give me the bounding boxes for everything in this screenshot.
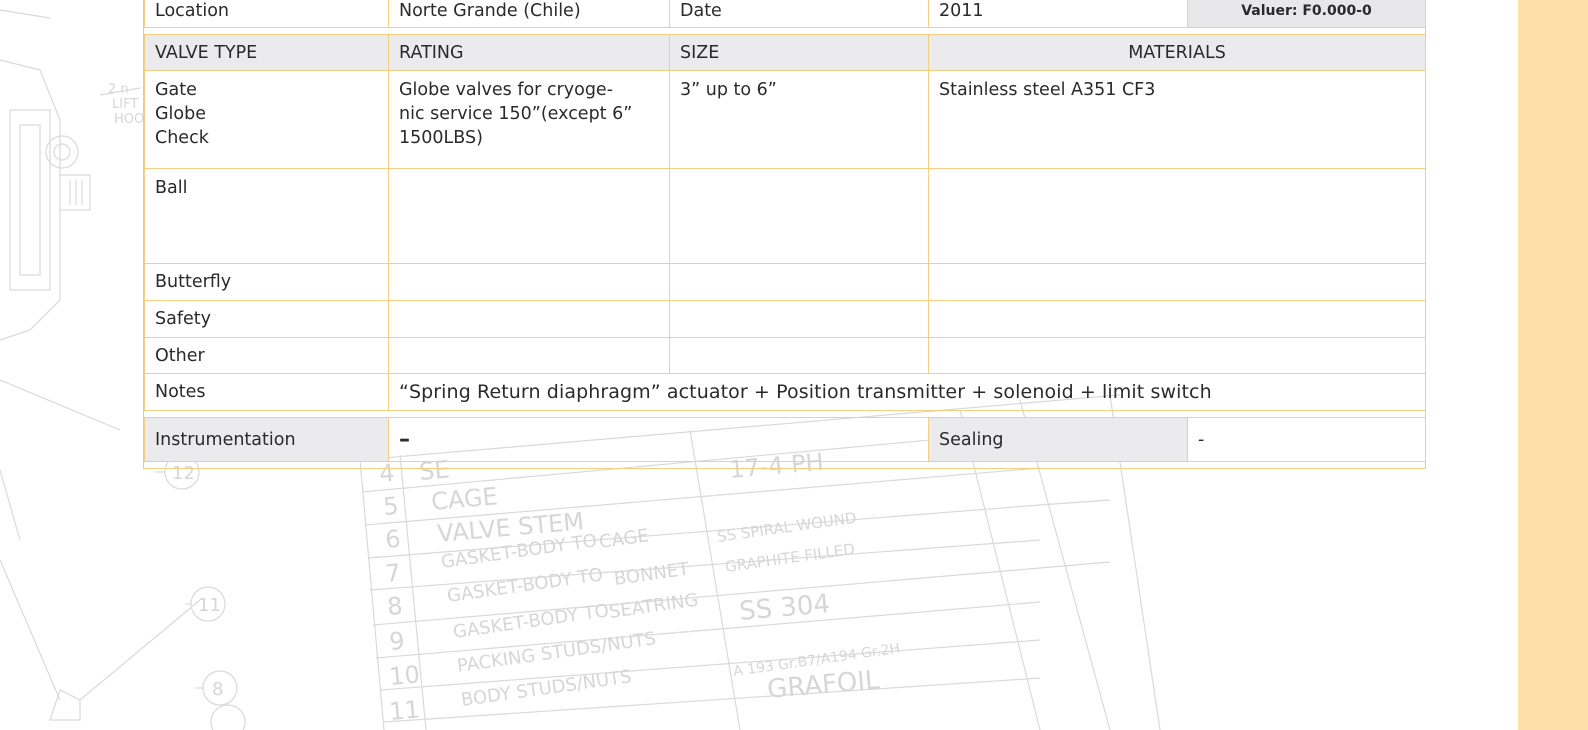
svg-text:11: 11	[388, 695, 421, 726]
rating-line: 1500LBS)	[399, 128, 483, 148]
date-label: Date	[669, 0, 929, 28]
valve-type-gate: Gate	[155, 80, 197, 100]
valve-spec-sheet: Location Norte Grande (Chile) Date 2011 …	[143, 0, 1426, 469]
rating-cell: Globe valves for cryoge- nic service 150…	[388, 70, 670, 169]
svg-text:10: 10	[388, 660, 421, 691]
sealing-value: -	[1187, 417, 1426, 462]
svg-text:LIFT: LIFT	[112, 97, 138, 112]
instrumentation-value: –	[388, 417, 929, 462]
valve-type-butterfly: Butterfly	[144, 263, 389, 301]
valve-spec-table: Location Norte Grande (Chile) Date 2011 …	[144, 0, 1426, 462]
svg-text:2 n: 2 n	[108, 82, 129, 97]
instrumentation-row: Instrumentation – Sealing -	[144, 417, 1426, 462]
svg-text:7: 7	[384, 559, 402, 588]
location-row: Location Norte Grande (Chile) Date 2011 …	[144, 0, 1426, 28]
cut-off-cell: Valuer: F0.000-0	[1187, 0, 1426, 28]
table-row: Ball	[144, 168, 1426, 264]
svg-text:SEATRING: SEATRING	[608, 590, 700, 623]
table-row: Safety	[144, 300, 1426, 338]
table-row: Butterfly	[144, 263, 1426, 301]
accent-side-band	[1518, 0, 1588, 730]
svg-text:CAGE: CAGE	[598, 525, 650, 553]
table-row: Gate Globe Check Globe valves for cryoge…	[144, 70, 1426, 169]
notes-value: “Spring Return diaphragm” actuator + Pos…	[388, 373, 1426, 411]
materials-cell: Stainless steel A351 CF3	[928, 70, 1426, 169]
header-valve-type: VALVE TYPE	[144, 34, 389, 71]
location-label: Location	[144, 0, 389, 28]
sealing-label: Sealing	[928, 417, 1188, 462]
table-row: Other	[144, 337, 1426, 374]
valve-type-check: Check	[155, 128, 209, 148]
header-materials: MATERIALS	[928, 34, 1426, 71]
svg-text:HOO: HOO	[114, 112, 144, 127]
valve-type-other: Other	[144, 337, 389, 374]
rating-line: Globe valves for cryoge-	[399, 80, 614, 100]
svg-text:8: 8	[386, 592, 404, 621]
svg-text:11: 11	[198, 595, 221, 616]
notes-row: Notes “Spring Return diaphragm” actuator…	[144, 373, 1426, 411]
svg-text:9: 9	[388, 627, 406, 656]
instrumentation-label: Instrumentation	[144, 417, 389, 462]
svg-text:GRAPHITE FILLED: GRAPHITE FILLED	[724, 540, 856, 576]
svg-text:GASKET-BODY TO: GASKET-BODY TO	[446, 564, 604, 607]
valve-type-safety: Safety	[144, 300, 389, 338]
table-bottom-rule	[144, 462, 1425, 469]
svg-text:6: 6	[384, 525, 402, 554]
svg-text:BONNET: BONNET	[613, 559, 692, 590]
column-header-row: VALVE TYPE RATING SIZE MATERIALS	[144, 34, 1426, 71]
svg-text:GASKET-BODY TO: GASKET-BODY TO	[452, 600, 610, 643]
rating-line: nic service 150”(except 6”	[399, 104, 633, 124]
svg-text:SS SPIRAL WOUND: SS SPIRAL WOUND	[716, 509, 858, 546]
date-value: 2011	[928, 0, 1188, 28]
svg-text:CAGE: CAGE	[430, 482, 499, 516]
valve-type-cell: Gate Globe Check	[144, 70, 389, 169]
size-cell: 3” up to 6”	[669, 70, 929, 169]
svg-text:8: 8	[212, 679, 223, 700]
svg-text:5: 5	[382, 492, 400, 521]
location-value: Norte Grande (Chile)	[388, 0, 670, 28]
notes-label: Notes	[144, 373, 389, 411]
valve-type-ball: Ball	[144, 168, 389, 264]
header-size: SIZE	[669, 34, 929, 71]
header-rating: RATING	[388, 34, 670, 71]
valve-type-globe: Globe	[155, 104, 207, 124]
